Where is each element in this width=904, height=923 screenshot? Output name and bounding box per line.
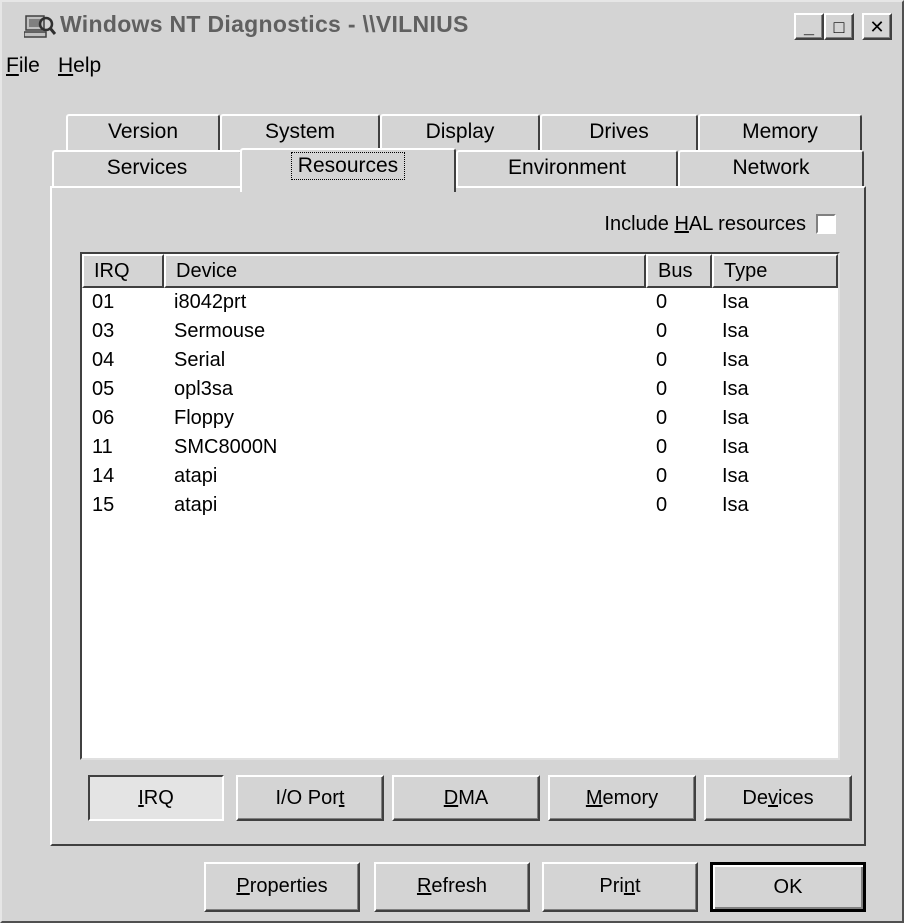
cell-device: Sermouse (174, 320, 266, 342)
resource-list[interactable]: IRQ Device Bus Type 01 i8042prt 0 Isa 03… (80, 252, 840, 760)
table-row[interactable]: 15 atapi 0 Isa (82, 491, 838, 520)
tab-drives[interactable]: Drives (540, 114, 698, 154)
column-header-type[interactable]: Type (712, 254, 838, 288)
cell-device: Serial (174, 349, 226, 371)
close-icon: ✕ (869, 16, 885, 37)
cell-irq: 11 (92, 436, 113, 458)
cell-irq: 05 (92, 378, 115, 400)
cell-device: atapi (174, 465, 218, 487)
minimize-icon: _ (803, 16, 814, 37)
cell-bus: 0 (656, 436, 668, 458)
column-header-device[interactable]: Device (164, 254, 646, 288)
cell-bus: 0 (656, 494, 668, 516)
cell-irq: 06 (92, 407, 115, 429)
cell-irq: 14 (92, 465, 115, 487)
cell-device: i8042prt (174, 291, 247, 313)
dma-view-button[interactable]: DMA (392, 775, 540, 821)
table-row[interactable]: 03 Sermouse 0 Isa (82, 317, 838, 346)
minimize-button[interactable]: _ (794, 13, 824, 40)
maximize-button[interactable]: □ (824, 13, 854, 40)
close-button[interactable]: ✕ (862, 13, 892, 40)
table-row[interactable]: 01 i8042prt 0 Isa (82, 288, 838, 317)
tab-services[interactable]: Services (52, 150, 242, 188)
cell-type: Isa (722, 349, 749, 371)
tab-resources[interactable]: Resources (240, 148, 456, 192)
devices-view-button[interactable]: Devices (704, 775, 852, 821)
cell-type: Isa (722, 320, 749, 342)
column-header-irq[interactable]: IRQ (82, 254, 164, 288)
table-row[interactable]: 05 opl3sa 0 Isa (82, 375, 838, 404)
cell-device: SMC8000N (174, 436, 278, 458)
menu-help[interactable]: Help (58, 54, 101, 78)
hal-resources-checkbox[interactable] (816, 214, 836, 234)
cell-irq: 04 (92, 349, 115, 371)
table-row[interactable]: 11 SMC8000N 0 Isa (82, 433, 838, 462)
irq-view-button[interactable]: IRQ (88, 775, 224, 821)
cell-type: Isa (722, 291, 749, 313)
tab-network[interactable]: Network (678, 150, 864, 188)
title-bar[interactable]: Windows NT Diagnostics - \\VILNIUS _ □ ✕ (6, 6, 898, 48)
menu-file[interactable]: File (6, 54, 40, 78)
cell-irq: 01 (92, 291, 115, 313)
cell-type: Isa (722, 407, 749, 429)
cell-bus: 0 (656, 407, 668, 429)
cell-bus: 0 (656, 320, 668, 342)
cell-bus: 0 (656, 349, 668, 371)
window-title: Windows NT Diagnostics - \\VILNIUS (60, 11, 469, 37)
table-row[interactable]: 04 Serial 0 Isa (82, 346, 838, 375)
tab-version[interactable]: Version (66, 114, 220, 154)
cell-device: opl3sa (174, 378, 233, 400)
cell-bus: 0 (656, 291, 668, 313)
cell-irq: 15 (92, 494, 115, 516)
resources-panel: Include HAL resources IRQ Device Bus Typ… (50, 186, 866, 846)
cell-bus: 0 (656, 378, 668, 400)
column-header-bus[interactable]: Bus (646, 254, 712, 288)
tab-memory[interactable]: Memory (698, 114, 862, 154)
computer-magnifier-icon (23, 12, 57, 42)
cell-type: Isa (722, 465, 749, 487)
tab-environment[interactable]: Environment (456, 150, 678, 188)
maximize-icon: □ (833, 16, 845, 37)
io-port-view-button[interactable]: I/O Port (236, 775, 384, 821)
table-row[interactable]: 14 atapi 0 Isa (82, 462, 838, 491)
hal-resources-label: Include HAL resources (604, 213, 806, 235)
cell-bus: 0 (656, 465, 668, 487)
cell-type: Isa (722, 494, 749, 516)
memory-view-button[interactable]: Memory (548, 775, 696, 821)
print-button[interactable]: Print (542, 862, 698, 912)
cell-irq: 03 (92, 320, 115, 342)
cell-type: Isa (722, 378, 749, 400)
refresh-button[interactable]: Refresh (374, 862, 530, 912)
diagnostics-window: Windows NT Diagnostics - \\VILNIUS _ □ ✕… (0, 0, 904, 923)
cell-device: Floppy (174, 407, 235, 429)
ok-button[interactable]: OK (710, 862, 866, 912)
cell-type: Isa (722, 436, 749, 458)
cell-device: atapi (174, 494, 218, 516)
properties-button[interactable]: Properties (204, 862, 360, 912)
table-row[interactable]: 06 Floppy 0 Isa (82, 404, 838, 433)
